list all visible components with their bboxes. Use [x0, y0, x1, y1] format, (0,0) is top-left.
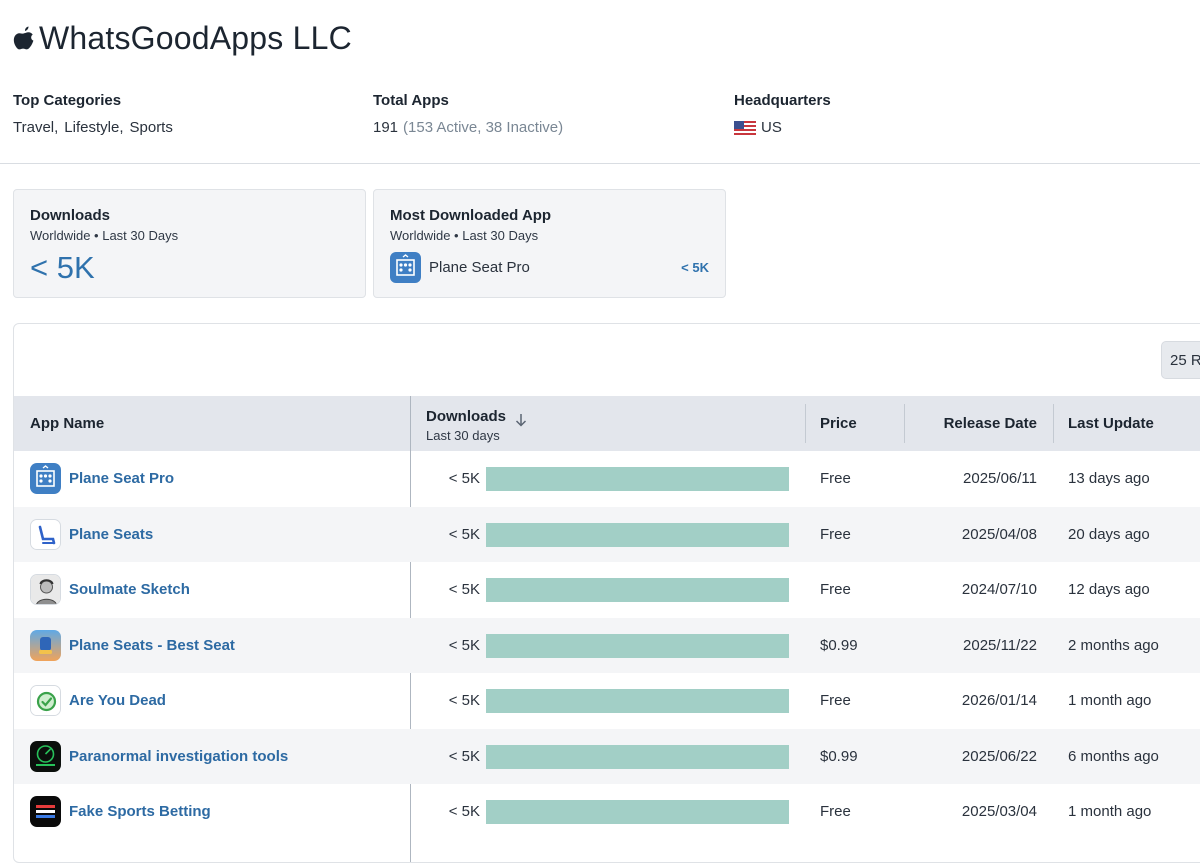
price-value: Free	[820, 525, 851, 543]
price-value: Free	[820, 692, 851, 710]
downloads-bar	[486, 744, 789, 769]
release-date-value: 2026/01/14	[961, 692, 1037, 710]
table-row[interactable]: Plane Seats - Best Seat < 5K $0.99 2025/…	[14, 617, 1200, 673]
table-body: Plane Seat Pro < 5K Free 2025/06/11 13 d…	[14, 451, 1200, 840]
release-date-value: 2025/06/22	[961, 747, 1037, 765]
downloads-value: < 5K	[448, 747, 480, 765]
downloads-bar	[486, 689, 789, 713]
apple-logo-icon	[13, 26, 34, 49]
total-apps-label: Total Apps	[373, 92, 449, 109]
most-downloaded-subtitle: Worldwide • Last 30 Days	[390, 228, 539, 243]
page-header: WhatsGoodApps LLC	[13, 20, 352, 57]
col-release-date[interactable]: Release Date	[906, 396, 1037, 451]
header-separator	[904, 404, 905, 443]
col-downloads-sub: Last 30 days	[426, 428, 500, 443]
release-date-value: 2025/11/22	[963, 636, 1037, 654]
downloads-bar	[486, 800, 789, 824]
apps-table: 25 Rows App Name Downloads Last 30 days …	[13, 323, 1200, 863]
downloads-bar	[486, 633, 789, 658]
col-price[interactable]: Price	[820, 396, 900, 451]
table-row[interactable]: Plane Seats < 5K Free 2025/04/08 20 days…	[14, 506, 1200, 562]
downloads-card-title: Downloads	[30, 207, 111, 224]
release-date-value: 2024/07/10	[961, 581, 1037, 599]
most-downloaded-app-value: < 5K	[681, 259, 709, 275]
downloads-value: < 5K	[448, 636, 480, 654]
most-downloaded-title: Most Downloaded App	[390, 207, 552, 224]
downloads-bar	[486, 578, 789, 602]
price-value: Free	[820, 581, 851, 599]
release-date-value: 2025/06/11	[963, 470, 1037, 488]
table-row[interactable]: Fake Sports Betting < 5K Free 2025/03/04…	[14, 784, 1200, 840]
headquarters-label: Headquarters	[734, 92, 831, 109]
header-divider	[0, 163, 1200, 164]
top-categories: Top Categories Travel, Lifestyle, Sports	[13, 92, 179, 136]
total-apps-detail: (153 Active, 38 Inactive)	[403, 119, 564, 136]
table-header: App Name Downloads Last 30 days Price Re…	[14, 396, 1200, 451]
category-travel[interactable]: Travel,	[13, 119, 58, 136]
release-date-value: 2025/03/04	[961, 803, 1037, 821]
total-apps-count: 191	[373, 119, 399, 136]
last-update-value: 1 month ago	[1068, 692, 1152, 710]
last-update-value: 13 days ago	[1068, 470, 1150, 488]
last-update-value: 2 months ago	[1068, 636, 1159, 654]
last-update-value: 1 month ago	[1068, 803, 1152, 821]
total-apps: Total Apps 191 (153 Active, 38 Inactive)	[373, 92, 563, 136]
rows-per-page-button[interactable]: 25 Rows	[1161, 341, 1200, 379]
downloads-card-subtitle: Worldwide • Last 30 Days	[30, 228, 179, 243]
col-last-update[interactable]: Last Update	[1068, 396, 1200, 451]
last-update-value: 12 days ago	[1068, 581, 1150, 599]
price-value: Free	[820, 803, 851, 821]
top-categories-label: Top Categories	[13, 92, 122, 109]
category-sports[interactable]: Sports	[130, 119, 173, 136]
downloads-bar	[486, 522, 789, 547]
downloads-card-value: < 5K	[30, 250, 95, 285]
price-value: Free	[820, 470, 851, 488]
plane-seat-pro-icon	[390, 251, 421, 283]
headquarters-country: US	[761, 119, 782, 136]
price-value: $0.99	[820, 747, 858, 765]
last-update-value: 20 days ago	[1068, 525, 1150, 543]
downloads-value: < 5K	[448, 803, 480, 821]
header-separator	[1053, 404, 1054, 443]
downloads-value: < 5K	[448, 525, 480, 543]
table-row[interactable]: Plane Seat Pro < 5K Free 2025/06/11 13 d…	[14, 451, 1200, 507]
downloads-card: Downloads Worldwide • Last 30 Days < 5K	[13, 189, 366, 298]
header-separator	[805, 404, 806, 443]
most-downloaded-app[interactable]: Plane Seat Pro < 5K	[390, 251, 709, 283]
col-downloads[interactable]: Downloads Last 30 days	[426, 396, 806, 451]
col-app-name[interactable]: App Name	[30, 396, 400, 451]
release-date-value: 2025/04/08	[961, 525, 1037, 543]
col-downloads-label: Downloads	[426, 407, 507, 425]
table-row[interactable]: Soulmate Sketch < 5K Free 2024/07/10 12 …	[14, 562, 1200, 618]
table-row[interactable]: Are You Dead < 5K Free 2026/01/14 1 mont…	[14, 673, 1200, 729]
table-row[interactable]: Paranormal investigation tools < 5K $0.9…	[14, 728, 1200, 784]
downloads-value: < 5K	[448, 581, 480, 599]
headquarters: Headquarters US	[734, 92, 831, 136]
price-value: $0.99	[820, 636, 858, 654]
most-downloaded-app-name[interactable]: Plane Seat Pro	[429, 259, 681, 276]
downloads-value: < 5K	[448, 692, 480, 710]
most-downloaded-card: Most Downloaded App Worldwide • Last 30 …	[373, 189, 726, 298]
us-flag-icon	[734, 120, 756, 135]
downloads-value: < 5K	[448, 470, 480, 488]
sort-desc-icon[interactable]	[514, 412, 528, 428]
company-name: WhatsGoodApps LLC	[39, 20, 352, 56]
downloads-bar	[486, 467, 789, 491]
company-meta: Top Categories Travel, Lifestyle, Sports…	[13, 92, 1200, 142]
last-update-value: 6 months ago	[1068, 747, 1159, 765]
category-lifestyle[interactable]: Lifestyle,	[64, 119, 123, 136]
